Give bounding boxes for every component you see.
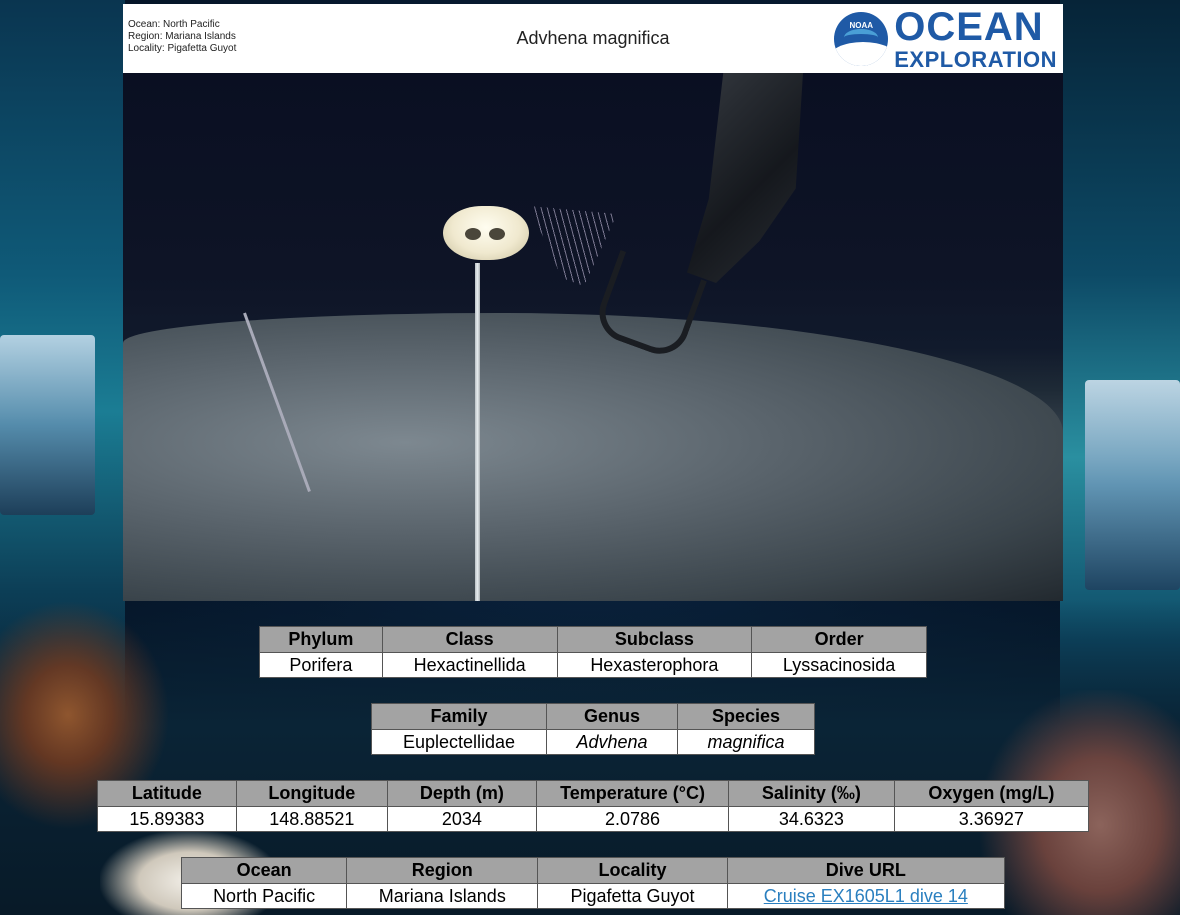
value-longitude: 148.88521 (235, 806, 388, 832)
header-locality: Locality (537, 857, 728, 884)
header-order: Order (751, 626, 927, 653)
seafloor (123, 313, 1063, 601)
value-depth: 2034 (386, 806, 537, 832)
sponge-head (443, 206, 529, 260)
value-latitude: 15.89383 (97, 806, 237, 832)
value-order: Lyssacinosida (751, 652, 927, 678)
value-species: magnifica (677, 729, 815, 755)
value-ocean: North Pacific (180, 883, 348, 909)
taxonomy-upper-table: Phylum Class Subclass Order Porifera Hex… (259, 626, 927, 678)
noaa-badge-text: NOAA (849, 21, 874, 30)
value-genus: Advhena (546, 729, 678, 755)
value-subclass: Hexasterophora (556, 652, 753, 678)
value-phylum: Porifera (259, 652, 383, 678)
header-bar: Ocean: North Pacific Region: Mariana Isl… (123, 4, 1063, 73)
logo-line-ocean: OCEAN (894, 5, 1044, 49)
header-latitude: Latitude (97, 780, 237, 807)
value-region: Mariana Islands (346, 883, 539, 909)
header-longitude: Longitude (235, 780, 388, 807)
header-class: Class (381, 626, 558, 653)
header-depth: Depth (m) (386, 780, 537, 807)
rov-manipulator-arm (687, 73, 803, 283)
value-family: Euplectellidae (371, 729, 547, 755)
logo-line-exploration: EXPLORATION (894, 47, 1057, 72)
sponge-stalk (475, 263, 480, 601)
header-phylum: Phylum (259, 626, 383, 653)
value-salinity: 34.6323 (728, 806, 895, 832)
header-temperature: Temperature (°C) (535, 780, 730, 807)
header-subclass: Subclass (556, 626, 753, 653)
header-ocean: Ocean (180, 857, 348, 884)
rov-image-right (1085, 380, 1180, 590)
ocean-exploration-logo: NOAA OCEAN EXPLORATION (834, 5, 1057, 72)
value-locality: Pigafetta Guyot (537, 883, 728, 909)
header-region: Region (346, 857, 539, 884)
header-oxygen: Oxygen (mg/L) (893, 780, 1090, 807)
taxonomy-lower-table: Family Genus Species Euplectellidae Advh… (371, 703, 815, 755)
value-temperature: 2.0786 (535, 806, 730, 832)
header-species: Species (677, 703, 815, 730)
value-oxygen: 3.36927 (893, 806, 1090, 832)
header-salinity: Salinity (‰) (728, 780, 895, 807)
specimen-photo (123, 73, 1063, 601)
dive-url-link[interactable]: Cruise EX1605L1 dive 14 (764, 886, 968, 906)
measurements-table: Latitude Longitude Depth (m) Temperature… (97, 780, 1090, 832)
value-class: Hexactinellida (381, 652, 558, 678)
location-table: Ocean Region Locality Dive URL North Pac… (180, 857, 1006, 909)
header-dive-url: Dive URL (726, 857, 1006, 884)
header-family: Family (371, 703, 547, 730)
rov-image-left (0, 335, 95, 515)
noaa-logo-icon: NOAA (834, 12, 889, 66)
dive-url-cell: Cruise EX1605L1 dive 14 (726, 883, 1006, 909)
header-genus: Genus (546, 703, 678, 730)
